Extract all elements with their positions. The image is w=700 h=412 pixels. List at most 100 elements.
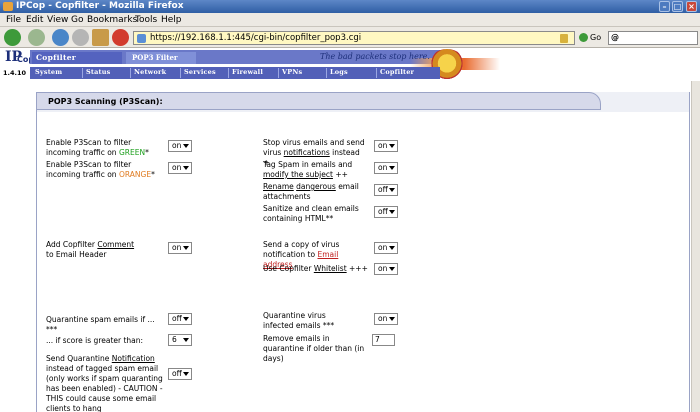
nav-firewall[interactable]: Firewall [228,68,266,78]
copy-virus-select[interactable]: on [374,242,398,254]
nav-network[interactable]: Network [130,68,169,78]
rename-select[interactable]: off [374,184,398,196]
home-icon[interactable] [92,29,109,46]
quarantine-virus-label: Quarantine virus infected emails *** [263,311,335,330]
notify-link[interactable]: Notification [112,354,155,363]
maximize-button[interactable]: □ [672,1,683,12]
stop-virus-value: on [378,141,388,150]
menu-file[interactable]: File [6,15,21,25]
address-bar[interactable]: https://192.168.1.1:445/cgi-bin/copfilte… [133,31,575,45]
menu-help[interactable]: Help [161,15,182,25]
notify-value: off [172,369,182,378]
whitelist-text-2: +++ [346,264,368,273]
remove-days-value: 7 [375,335,380,344]
vertical-scrollbar[interactable] [691,81,700,412]
app-icon [3,2,13,11]
back-icon[interactable] [4,29,21,46]
score-select[interactable]: 6 [168,334,192,346]
enable-green-label: Enable P3Scan to filter incoming traffic… [46,138,161,158]
adblock-icon[interactable] [112,29,129,46]
enable-green-select[interactable]: on [168,140,192,152]
quarantine-virus-value: on [378,314,388,323]
panel-title: POP3 Scanning (P3Scan): [48,97,163,106]
stop-virus-select[interactable]: on [374,140,398,152]
quarantine-spam-value: off [172,314,182,323]
title-bar: IPCop - Copfilter - Mozilla Firefox – □ … [0,0,700,13]
notify-text-2: instead of tagged spam email (only works… [46,364,163,412]
remove-days-input[interactable]: 7 [372,334,395,346]
score-value: 6 [172,335,177,344]
score-label: ... if score is greater than: [46,336,144,345]
nav-services[interactable]: Services [180,68,219,78]
rename-link[interactable]: Rename [263,182,294,191]
ipcop-logo: IP Cop 1.4.10 [2,49,34,79]
tag-spam-link[interactable]: modify the subject [263,170,333,179]
menu-view[interactable]: View [47,15,68,25]
comment-link[interactable]: Comment [97,240,134,249]
tag-spam-text-2: ++ [332,170,348,179]
menu-go[interactable]: Go [71,15,83,25]
comment-text: Add Copfilter [46,240,98,249]
menu-tools[interactable]: Tools [135,15,157,25]
comment-select[interactable]: on [168,242,192,254]
green-zone-text: GREEN [118,148,146,157]
menu-bookmarks[interactable]: Bookmarks [87,15,137,25]
minimize-button[interactable]: – [659,1,670,12]
quarantine-virus-select[interactable]: on [374,313,398,325]
search-input[interactable]: @ [608,31,698,45]
sanitize-select[interactable]: off [374,206,398,218]
enable-green-value: on [172,141,182,150]
tag-spam-value: on [378,163,388,172]
whitelist-label: Use Copfilter Whitelist +++ [263,264,368,274]
panel-header: POP3 Scanning (P3Scan): [36,92,601,110]
whitelist-value: on [378,264,388,273]
main-nav: System Status Network Services Firewall … [30,67,440,79]
url-text: https://192.168.1.1:445/cgi-bin/copfilte… [150,33,362,43]
window-title: IPCop - Copfilter - Mozilla Firefox [16,1,184,11]
rename-value: off [378,185,388,194]
enable-orange-value: on [172,163,182,172]
nav-logs[interactable]: Logs [326,68,351,78]
go-icon [579,33,588,42]
menu-bar: File Edit View Go Bookmarks Tools Help [0,13,700,27]
tag-spam-text: Tag Spam in emails and [263,160,353,169]
remove-days-label: Remove emails in quarantine if older tha… [263,334,365,363]
site-icon [137,34,146,43]
notify-select[interactable]: off [168,368,192,380]
notify-text: Send Quarantine [46,354,112,363]
rename-label: Rename dangerous email attachments [263,182,368,202]
nav-system[interactable]: System [32,68,65,78]
comment-label: Add Copfilter Comment to Email Header [46,240,156,260]
version-label: 1.4.10 [3,69,27,77]
slogan: The bad packets stop here. [320,52,430,61]
reload-icon[interactable] [52,29,69,46]
sanitize-value: off [378,207,388,216]
stop-virus-link[interactable]: notifications [284,148,330,157]
whitelist-link[interactable]: Whitelist [314,264,347,273]
tab-pop3-filter[interactable]: POP3 Filter [126,52,196,64]
enable-orange-label: Enable P3Scan to filter incoming traffic… [46,160,161,180]
orange-zone-text: ORANGE [118,170,152,179]
enable-green-asterisk: * [145,148,149,157]
forward-icon[interactable] [28,29,45,46]
close-button[interactable]: × [686,1,697,12]
go-label: Go [590,33,602,42]
tag-spam-label: Tag Spam in emails and modify the subjec… [263,160,368,180]
whitelist-select[interactable]: on [374,263,398,275]
menu-edit[interactable]: Edit [26,15,43,25]
search-engine-icon: @ [611,33,619,42]
nav-status[interactable]: Status [82,68,114,78]
go-button[interactable]: Go [578,31,608,45]
tab-copfilter[interactable]: Copfilter [32,52,122,64]
tag-spam-select[interactable]: on [374,162,398,174]
stop-icon[interactable] [72,29,89,46]
enable-orange-select[interactable]: on [168,162,192,174]
enable-orange-asterisk: * [151,170,155,179]
dangerous-link[interactable]: dangerous [296,182,336,191]
nav-copfilter[interactable]: Copfilter [376,68,417,78]
nav-vpns[interactable]: VPNs [278,68,305,78]
whitelist-text: Use Copfilter [263,264,314,273]
quarantine-spam-select[interactable]: off [168,313,192,325]
lock-icon [560,34,568,43]
comment-value: on [172,243,182,252]
